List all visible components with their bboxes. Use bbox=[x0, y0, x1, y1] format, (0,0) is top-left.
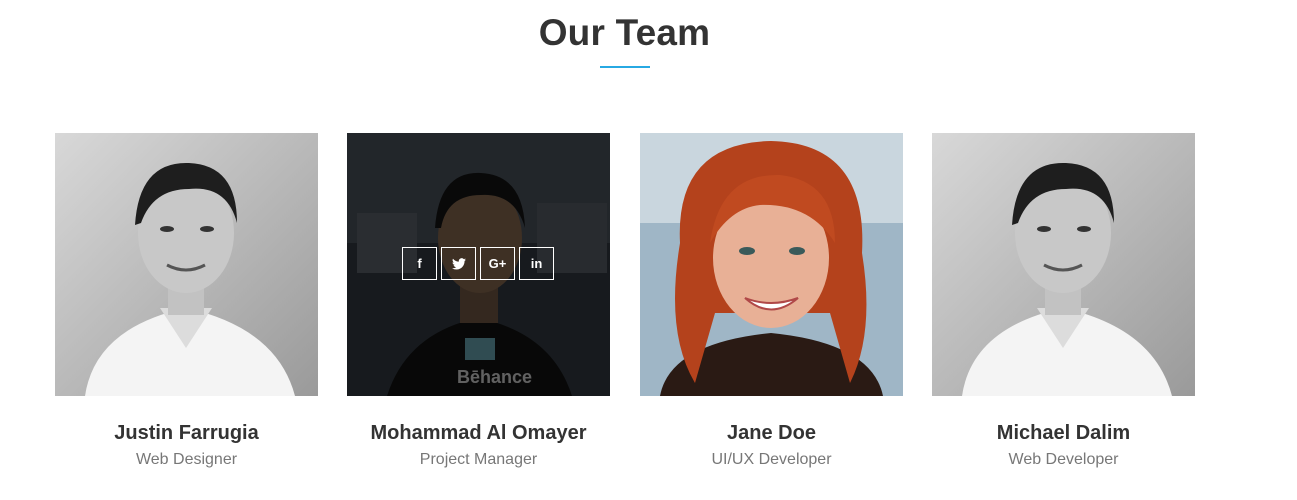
linkedin-icon[interactable]: in bbox=[519, 247, 554, 280]
social-links: f G+ in bbox=[402, 247, 554, 280]
member-role: UI/UX Developer bbox=[711, 451, 832, 468]
google-plus-icon[interactable]: G+ bbox=[480, 247, 515, 280]
member-name: Justin Farrugia bbox=[114, 422, 259, 444]
twitter-icon[interactable] bbox=[441, 247, 476, 280]
member-name: Michael Dalim bbox=[996, 422, 1131, 444]
section-title: Our Team bbox=[538, 12, 711, 53]
member-role: Web Developer bbox=[1008, 451, 1119, 468]
facebook-icon[interactable]: f bbox=[402, 247, 437, 280]
member-photo[interactable]: Bēhance f G+ in bbox=[347, 133, 610, 396]
member-photo[interactable] bbox=[55, 133, 318, 396]
member-photo[interactable] bbox=[932, 133, 1195, 396]
member-role: Web Designer bbox=[135, 451, 238, 468]
member-photo[interactable] bbox=[640, 133, 903, 396]
member-role: Project Manager bbox=[419, 451, 538, 468]
team-member-card: Justin Farrugia Web Designer bbox=[55, 133, 318, 469]
member-name: Mohammad Al Omayer bbox=[370, 422, 587, 444]
member-name: Jane Doe bbox=[727, 422, 816, 444]
team-member-card: Jane Doe UI/UX Developer bbox=[640, 133, 903, 469]
team-member-card: Bēhance f G+ in Mohammad Al Omayer Proje… bbox=[347, 133, 610, 469]
team-member-card: Michael Dalim Web Developer bbox=[932, 133, 1195, 469]
title-underline bbox=[600, 66, 650, 68]
